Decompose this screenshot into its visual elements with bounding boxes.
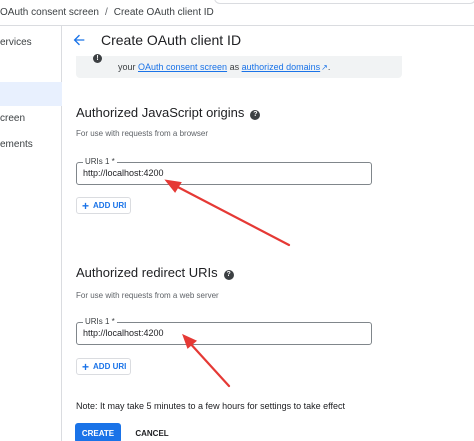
redirect-uris-title-text: Authorized redirect URIs xyxy=(76,265,218,280)
banner-prefix: your xyxy=(118,62,139,72)
info-icon: ! xyxy=(93,54,102,63)
banner-middle: as xyxy=(227,62,242,72)
create-oauth-client-page: OAuth consent screen / Create OAuth clie… xyxy=(0,0,474,441)
sidebar-item-agreements[interactable]: ements xyxy=(0,139,62,150)
page-title: Create OAuth client ID xyxy=(101,32,242,48)
js-origin-uri-field[interactable]: URIs 1 * xyxy=(76,157,372,185)
banner-text: your OAuth consent screen as authorized … xyxy=(118,62,330,72)
redirect-uris-description: For use with requests from a web server xyxy=(76,291,219,300)
breadcrumb-item-create: Create OAuth client ID xyxy=(113,7,214,18)
add-uri-label: ADD URI xyxy=(93,362,127,371)
sidebar-item-consent-screen[interactable]: creen xyxy=(0,113,62,124)
banner-suffix: . xyxy=(327,62,331,72)
plus-icon: + xyxy=(82,359,90,374)
help-icon[interactable]: ? xyxy=(250,110,261,120)
breadcrumb-separator: / xyxy=(104,7,108,18)
annotation-arrow-js-origin xyxy=(170,182,291,247)
external-link-icon: ↗ xyxy=(321,63,328,72)
sidebar-item-services[interactable]: ervices xyxy=(0,37,62,48)
redirect-uri-input[interactable] xyxy=(83,328,363,338)
redirect-uri-label: URIs 1 * xyxy=(83,317,117,326)
plus-icon: + xyxy=(82,198,90,213)
breadcrumb-item-consent[interactable]: OAuth consent screen xyxy=(0,7,99,18)
authorized-domains-link[interactable]: authorized domains xyxy=(242,62,321,72)
arrow-back-icon[interactable] xyxy=(71,32,87,48)
sidebar-item-credentials[interactable] xyxy=(0,82,62,106)
sidebar: ervices creen ements xyxy=(0,26,62,441)
annotation-arrow-redirect xyxy=(186,339,231,388)
redirect-uris-title: Authorized redirect URIs? xyxy=(76,265,234,280)
js-origins-title-text: Authorized JavaScript origins xyxy=(76,105,245,120)
add-redirect-uri-button[interactable]: + ADD URI xyxy=(76,358,131,375)
add-uri-label: ADD URI xyxy=(93,201,127,210)
help-icon[interactable]: ? xyxy=(223,270,234,280)
info-banner: ! your OAuth consent screen as authorize… xyxy=(76,54,402,78)
add-js-origin-uri-button[interactable]: + ADD URI xyxy=(76,197,131,214)
propagation-note: Note: It may take 5 minutes to a few hou… xyxy=(76,401,345,411)
js-origin-uri-input[interactable] xyxy=(83,168,363,178)
consent-screen-link[interactable]: OAuth consent screen xyxy=(138,62,227,72)
js-origins-description: For use with requests from a browser xyxy=(76,129,209,138)
cancel-button[interactable]: CANCEL xyxy=(132,423,172,441)
redirect-uri-field[interactable]: URIs 1 * xyxy=(76,317,372,345)
js-origin-uri-label: URIs 1 * xyxy=(83,157,117,166)
js-origins-title: Authorized JavaScript origins? xyxy=(76,105,261,120)
page-header: Create OAuth client ID xyxy=(62,26,474,56)
top-search-box[interactable] xyxy=(214,0,474,4)
create-button[interactable]: CREATE xyxy=(75,423,121,441)
